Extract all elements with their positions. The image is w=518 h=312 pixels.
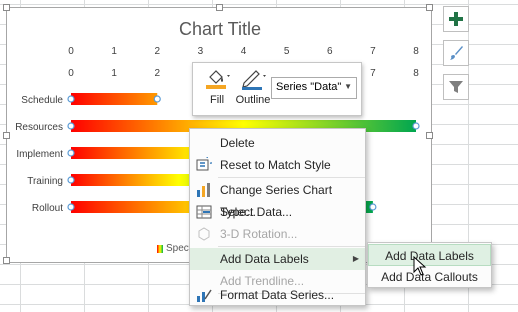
submenu-item-add-data-labels[interactable]: Add Data Labels	[368, 244, 491, 266]
chevron-right-icon: ▶	[352, 254, 359, 263]
select-data-icon	[196, 205, 212, 219]
x-tick-label: 2	[154, 46, 160, 57]
bar-selection-handle[interactable]	[153, 95, 161, 103]
menu-item-label: 3-D Rotation...	[220, 227, 298, 241]
x-tick-label: 1	[111, 68, 117, 79]
menu-item-format-series[interactable]: Format Data Series...	[190, 284, 365, 306]
bar-selection-handle[interactable]	[67, 95, 75, 103]
menu-item-reset-style[interactable]: Reset to Match Style	[190, 154, 365, 176]
chart-styles-button[interactable]	[443, 40, 469, 66]
pen-outline-icon	[242, 70, 266, 90]
data-labels-submenu: Add Data Labels Add Data Callouts	[367, 242, 492, 288]
legend-label: Spect	[166, 243, 192, 254]
reset-style-icon	[196, 157, 212, 171]
category-label: Resources	[15, 122, 63, 133]
x-tick-label: 1	[111, 46, 117, 57]
x-tick-label: 7	[370, 68, 376, 79]
outline-button[interactable]: Outline	[235, 67, 271, 106]
chart-elements-button[interactable]	[443, 6, 469, 32]
chevron-down-icon[interactable]: ▼	[344, 82, 352, 91]
brush-icon	[450, 46, 463, 60]
menu-item-label: Delete	[220, 136, 255, 150]
x-tick-label: 8	[413, 46, 419, 57]
rotation-icon	[198, 227, 210, 241]
x-tick-label: 4	[241, 46, 247, 57]
menu-item-select-data[interactable]: Select Data...	[190, 201, 365, 223]
submenu-item-add-data-callouts[interactable]: Add Data Callouts	[368, 266, 491, 288]
x-tick-label: 0	[68, 46, 74, 57]
chart-filters-button[interactable]	[443, 74, 469, 100]
x-tick-label: 0	[68, 68, 74, 79]
chart-type-icon	[197, 183, 210, 197]
series-dropdown[interactable]: Series "Data" ▼	[271, 77, 357, 99]
fill-label: Fill	[209, 94, 225, 106]
menu-item-label: Add Data Labels	[220, 252, 309, 266]
submenu-item-label: Add Data Callouts	[381, 270, 478, 284]
filter-icon	[449, 81, 463, 93]
context-menu: Delete Reset to Match Style Change Serie…	[189, 128, 366, 306]
series-dropdown-value: Series "Data"	[276, 81, 342, 93]
bar-selection-handle[interactable]	[67, 122, 75, 130]
bar-selection-handle[interactable]	[67, 203, 75, 211]
menu-item-label: Select Data...	[220, 205, 293, 219]
submenu-item-label: Add Data Labels	[385, 249, 474, 263]
fill-button[interactable]: Fill	[201, 67, 233, 106]
menu-item-label: Reset to Match Style	[220, 158, 331, 172]
x-tick-label: 2	[154, 68, 160, 79]
category-label: Training	[27, 176, 63, 187]
format-series-icon	[197, 289, 212, 302]
legend-swatch	[157, 244, 163, 253]
x-tick-label: 6	[327, 46, 333, 57]
bar-selection-handle[interactable]	[412, 122, 420, 130]
x-tick-label: 7	[370, 46, 376, 57]
x-tick-label: 5	[284, 46, 290, 57]
menu-item-add-data-labels[interactable]: Add Data Labels ▶	[190, 248, 365, 270]
menu-item-change-chart-type[interactable]: Change Series Chart Type...	[190, 179, 365, 219]
menu-item-label: Format Data Series...	[220, 288, 335, 302]
bar-selection-handle[interactable]	[67, 149, 75, 157]
menu-item-3d-rotation[interactable]: 3-D Rotation...	[190, 223, 365, 245]
menu-separator	[218, 177, 365, 178]
category-label: Implement	[16, 149, 63, 160]
x-tick-label: 8	[413, 68, 419, 79]
legend[interactable]: Spect	[157, 243, 192, 254]
bar-selection-handle[interactable]	[67, 176, 75, 184]
outline-label: Outline	[235, 94, 271, 106]
plus-icon	[449, 12, 463, 26]
bar[interactable]	[71, 93, 158, 105]
fill-bucket-icon	[206, 70, 230, 89]
mouse-pointer-icon	[413, 256, 427, 276]
menu-separator	[218, 246, 365, 247]
mini-toolbar: Fill Outline Series "Data" ▼	[192, 62, 362, 116]
category-label: Rollout	[32, 203, 63, 214]
menu-item-delete[interactable]: Delete	[190, 132, 365, 154]
x-tick-label: 3	[198, 46, 204, 57]
category-label: Schedule	[21, 95, 63, 106]
bar-selection-handle[interactable]	[369, 203, 377, 211]
